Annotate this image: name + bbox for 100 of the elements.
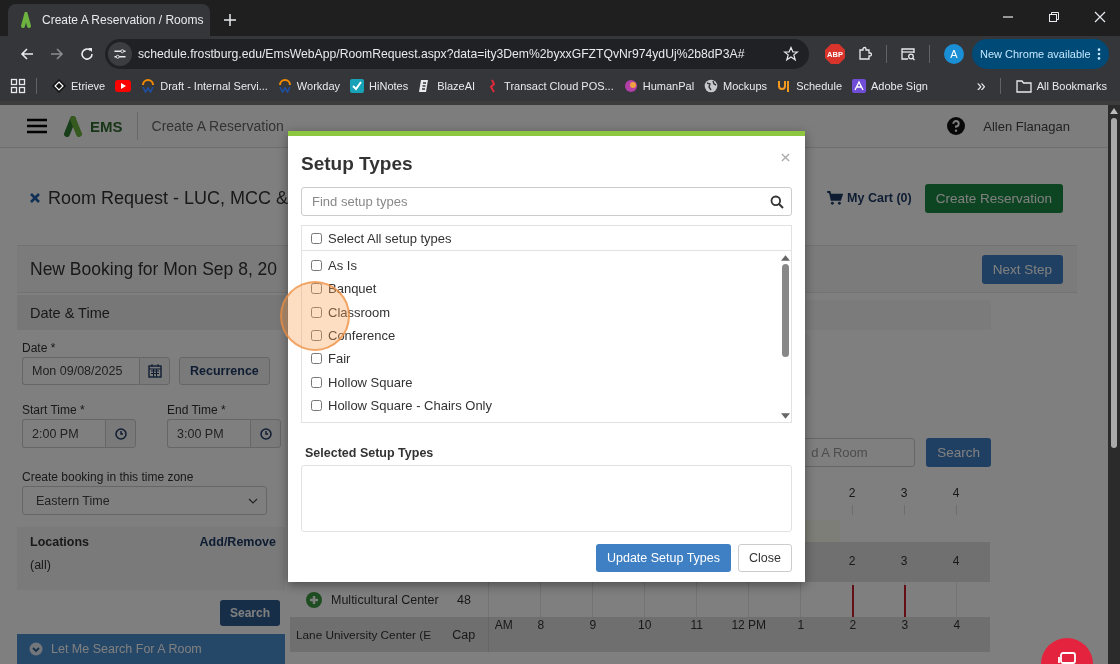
update-setup-types-button[interactable]: Update Setup Types: [596, 544, 732, 572]
profile-avatar[interactable]: A: [944, 44, 964, 64]
option-label[interactable]: Fair: [328, 351, 351, 367]
forward-icon[interactable]: [49, 46, 65, 62]
clock-button[interactable]: [105, 419, 136, 448]
bookmark[interactable]: HiNotes: [345, 78, 414, 93]
checkbox[interactable]: [311, 330, 322, 342]
bookmark[interactable]: Mockups: [699, 78, 773, 93]
checkbox[interactable]: [311, 353, 322, 365]
globe-icon: [704, 78, 719, 93]
help-icon[interactable]: [947, 117, 966, 135]
hour-label: 1: [797, 618, 805, 632]
dialog-title: Setup Types: [301, 153, 413, 175]
recurrence-button[interactable]: Recurrence: [179, 357, 270, 385]
back-icon[interactable]: [19, 46, 35, 62]
booking-title: New Booking for Mon Sep 8, 20: [30, 258, 278, 280]
hour-label: 4: [952, 554, 960, 568]
clock-button[interactable]: [250, 419, 281, 448]
more-icon[interactable]: [1096, 47, 1101, 61]
folder-icon: [1015, 77, 1032, 94]
user-name[interactable]: Allen Flanagan: [983, 118, 1070, 134]
scrollbar[interactable]: [1108, 105, 1120, 664]
hour-label: 12 PM: [731, 618, 767, 632]
capacity-cell: 48: [457, 592, 471, 607]
scroll-up-icon[interactable]: [780, 255, 790, 261]
url-text: schedule.frostburg.edu/EmsWebApp/RoomRequest.aspx?data=ity3Dem%2byxxGFZTQvNr974ydUj%2b8dP3A#: [138, 47, 746, 61]
checkbox[interactable]: [311, 399, 322, 411]
menu-icon[interactable]: [27, 118, 47, 134]
hour-label: 9: [589, 618, 597, 632]
ems-logo-icon: [61, 115, 85, 137]
option-label[interactable]: As Is: [328, 258, 357, 274]
search-field[interactable]: Find setup types: [301, 187, 792, 216]
timezone-select[interactable]: Eastern Time: [22, 486, 267, 515]
all-bookmarks-button[interactable]: All Bookmarks: [1010, 77, 1112, 94]
play-icon: [115, 77, 132, 94]
locations-heading: Locations: [30, 535, 90, 549]
bookmark[interactable]: Draft - Internal Servi...: [136, 78, 273, 93]
field-label: End Time *: [167, 403, 226, 417]
hour-label: 2: [849, 618, 857, 632]
more-bookmarks-button[interactable]: »: [976, 76, 986, 95]
search-icon[interactable]: [770, 194, 784, 209]
locations-value: (all): [30, 558, 52, 572]
apps-grid-icon[interactable]: [10, 77, 26, 94]
bookmark[interactable]: Schedule: [772, 78, 847, 93]
search-button[interactable]: Search: [219, 600, 280, 626]
new-tab-icon[interactable]: [224, 14, 236, 26]
add-remove-link[interactable]: Add/Remove: [199, 535, 276, 549]
puzzle-icon[interactable]: [857, 46, 873, 62]
bookmark[interactable]: Etrieve: [47, 78, 111, 93]
hour-label: AM: [494, 618, 513, 632]
pdf-icon: [852, 78, 866, 93]
update-chrome-button[interactable]: New Chrome available: [972, 39, 1109, 69]
windows-icon: [1057, 652, 1077, 664]
browser-tab[interactable]: Create A Reservation / Rooms: [8, 4, 210, 36]
page-title: Create A Reservation: [151, 118, 284, 134]
option-label[interactable]: Hollow Square - Chairs Only: [328, 397, 492, 413]
clock-icon[interactable]: [259, 427, 272, 440]
bookmark[interactable]: Transact Cloud POS...: [480, 78, 619, 93]
address-bar[interactable]: schedule.frostburg.edu/EmsWebApp/RoomRequest.aspx?data=ity3Dem%2byxxGFZTQvNr974ydUj%2b8dP3A#: [105, 39, 809, 69]
cart-link[interactable]: My Cart (0): [847, 191, 912, 205]
time-marker-line: [904, 585, 906, 617]
hour-label: 2: [848, 554, 856, 568]
bookmark[interactable]: Adobe Sign: [847, 78, 933, 93]
field-label: Create booking in this time zone: [22, 470, 195, 484]
bookmark[interactable]: Workday: [272, 78, 346, 93]
chevron-circle-icon: [29, 642, 43, 656]
checkbox[interactable]: [311, 260, 322, 272]
fork-logo-icon: [777, 78, 792, 93]
hour-label: 11: [690, 618, 703, 632]
restore-icon[interactable]: [1048, 11, 1060, 23]
blob-icon: [623, 78, 638, 93]
room-name[interactable]: Multicultural Center: [331, 592, 439, 607]
date-field[interactable]: Mon 09/08/2025: [22, 357, 139, 385]
checkbox[interactable]: [311, 376, 322, 388]
add-icon[interactable]: [306, 591, 322, 608]
cart-icon[interactable]: [827, 191, 844, 205]
hour-label: 3: [900, 554, 908, 568]
site-info-icon[interactable]: [108, 42, 132, 66]
capacity-header: Cap: [452, 627, 476, 642]
tab-search-icon[interactable]: [900, 46, 916, 62]
calendar-button[interactable]: [139, 357, 170, 385]
option-label[interactable]: Select All setup types: [328, 230, 452, 246]
scroll-up-icon[interactable]: [1110, 108, 1118, 114]
scroll-down-icon[interactable]: [780, 413, 790, 419]
checkbox[interactable]: [311, 232, 322, 244]
start-time-field[interactable]: 2:00 PM: [22, 419, 105, 448]
diamond-icon: [52, 78, 66, 93]
arc-icon: [277, 78, 292, 93]
bookmark[interactable]: BlazeAI: [413, 78, 481, 93]
field-label: Start Time *: [22, 403, 85, 417]
reload-icon[interactable]: [79, 46, 95, 62]
bookmark[interactable]: HumanPal: [618, 78, 700, 93]
checkbox[interactable]: [311, 306, 322, 318]
option-label[interactable]: Hollow Square: [328, 374, 413, 390]
calendar-icon[interactable]: [147, 364, 162, 378]
bookmark-star-icon[interactable]: [783, 46, 799, 62]
close-button[interactable]: Close: [738, 544, 792, 572]
hour-label: 4: [952, 486, 960, 500]
end-time-field[interactable]: 3:00 PM: [167, 419, 250, 448]
clock-icon[interactable]: [114, 427, 127, 440]
